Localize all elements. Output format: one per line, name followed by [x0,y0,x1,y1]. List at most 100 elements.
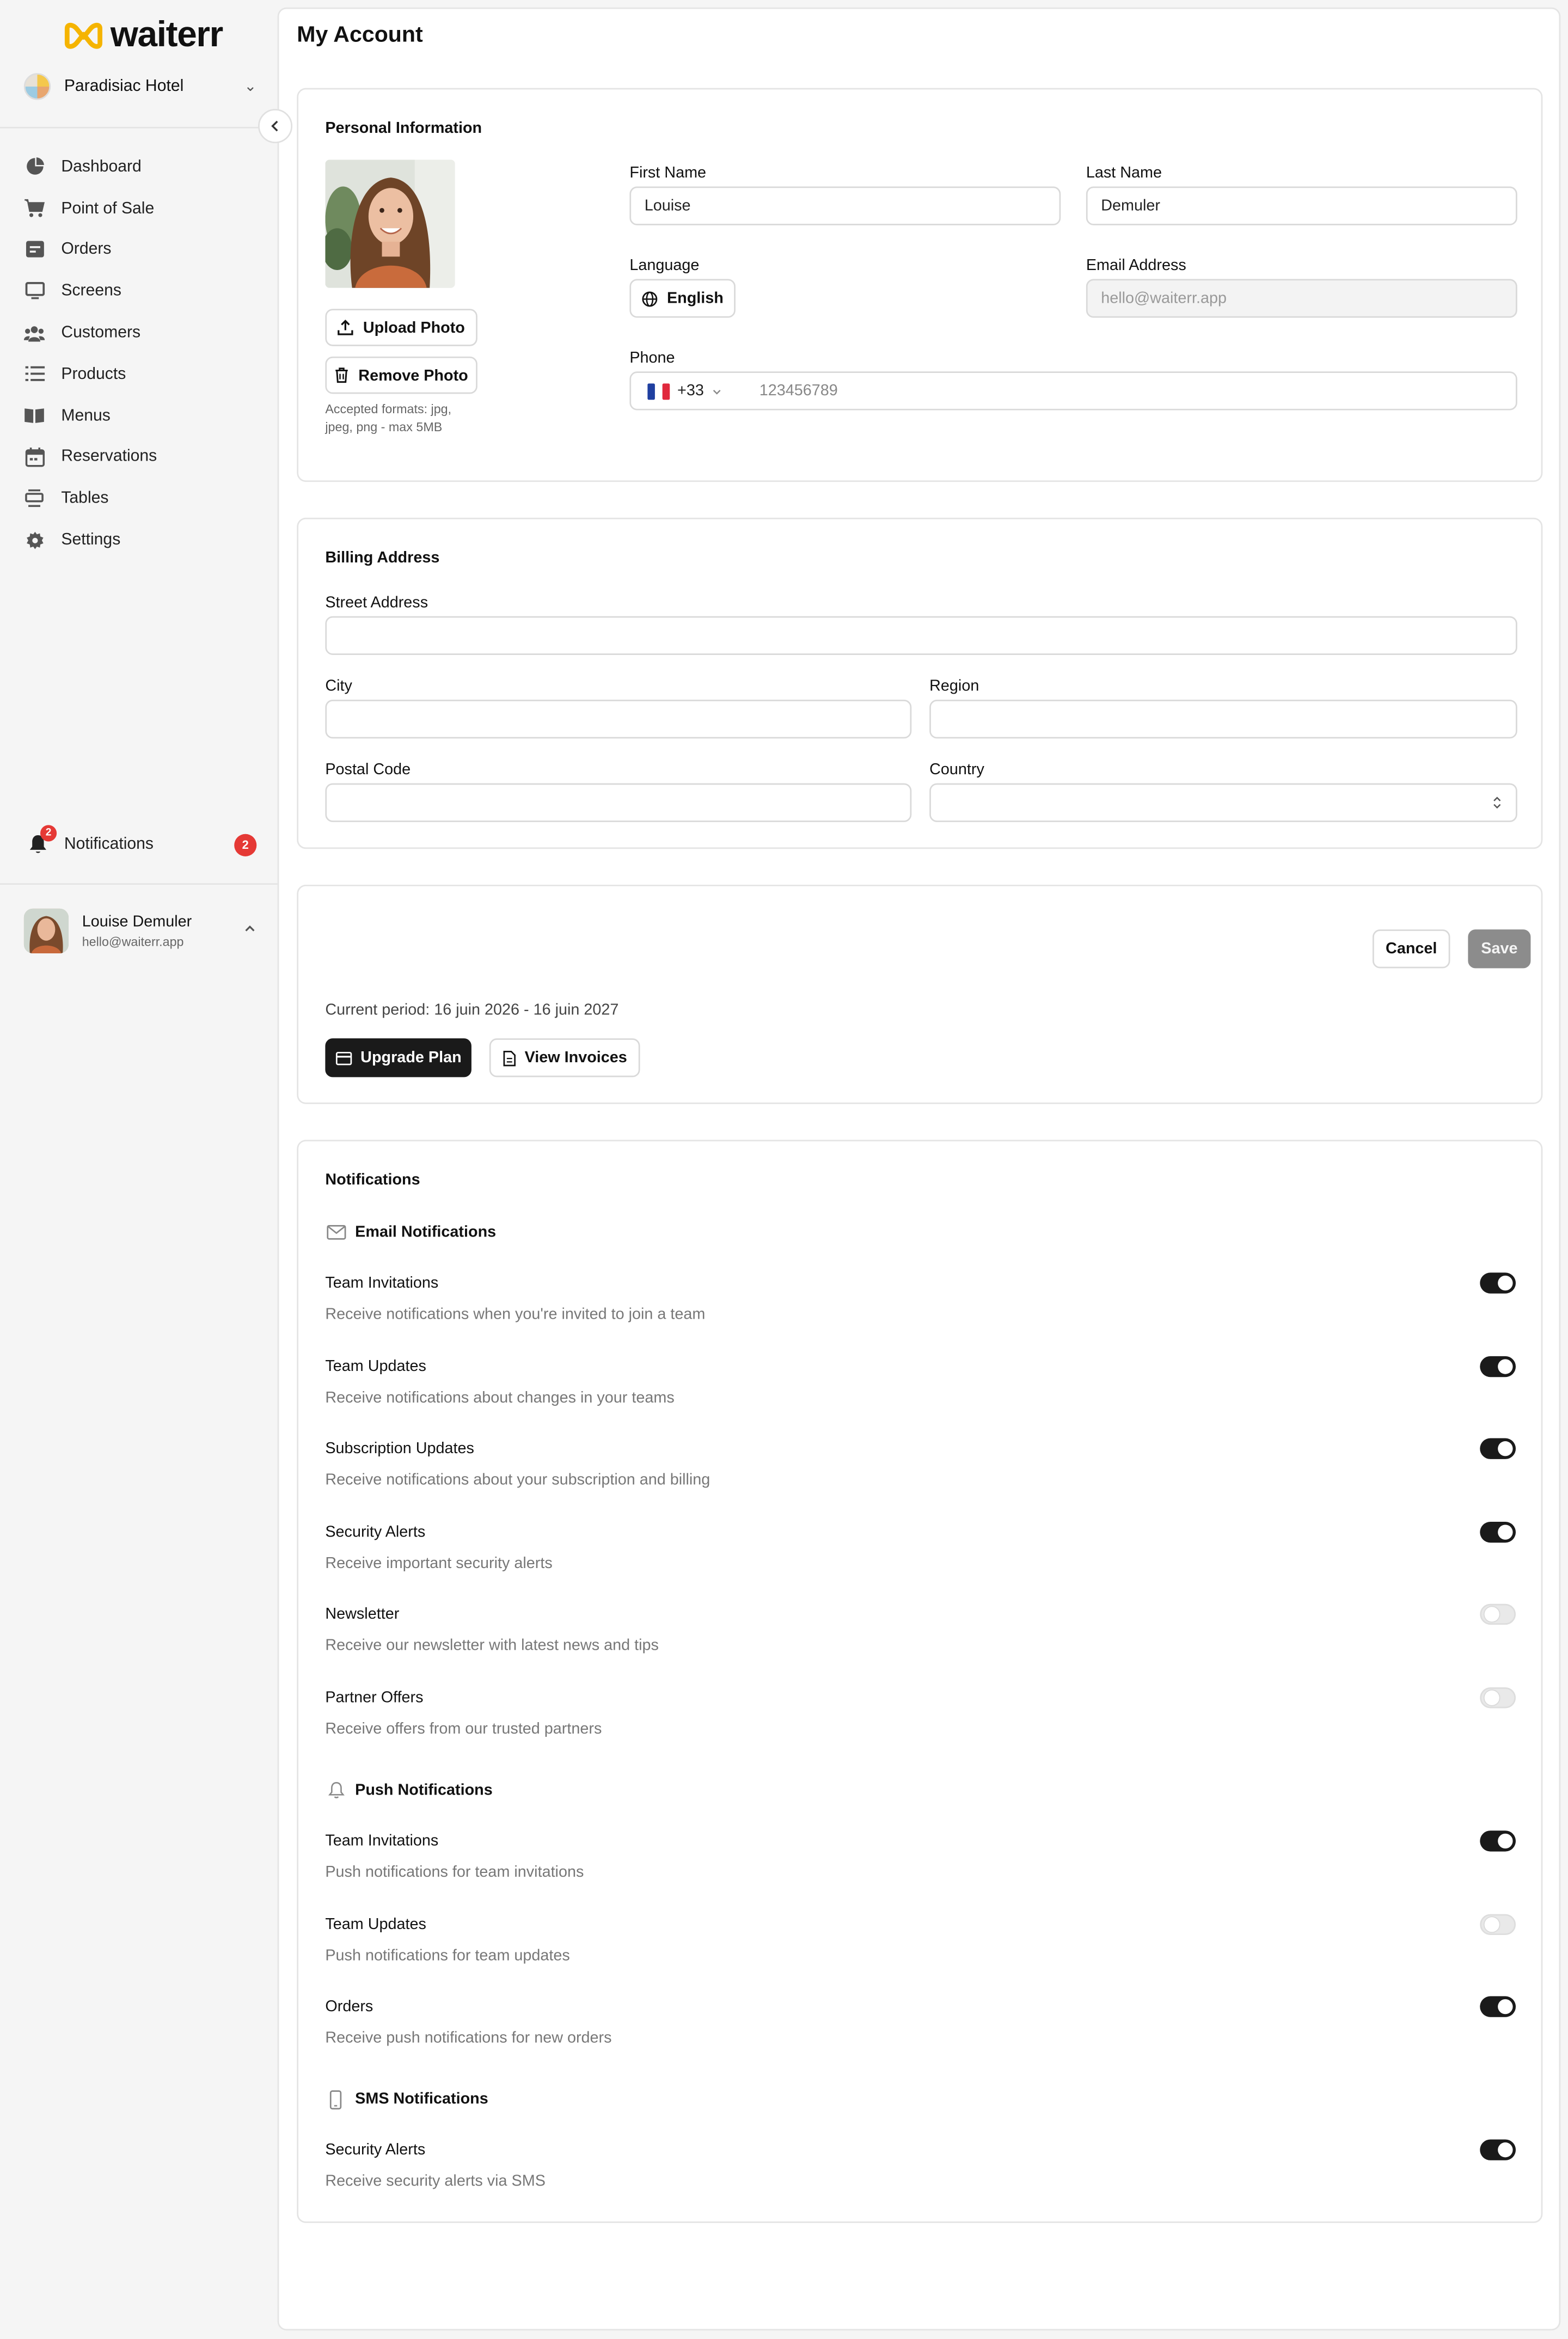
email-partner-offers-toggle[interactable] [1480,1687,1516,1709]
sms-security-alerts-toggle[interactable] [1480,2139,1516,2160]
sidebar-item-label: Reservations [61,448,157,467]
credit-card-icon [335,1051,352,1065]
notifications-label: Notifications [64,835,154,854]
setting-description: Receive important security alerts [325,1554,553,1573]
first-name-input[interactable]: Louise [629,186,1061,225]
logo-icon [64,22,102,49]
list-icon [24,364,45,384]
notifications-card: Notifications Email Notifications Team I… [297,1140,1543,2223]
orders-icon [24,240,45,260]
setting-title: Subscription Updates [325,1440,474,1458]
sidebar-item-orders[interactable]: Orders [24,229,256,271]
setting-description: Receive push notifications for new order… [325,2029,612,2047]
phone-label: Phone [629,349,675,368]
notification-dot: 2 [40,825,57,842]
chevron-updown-icon [1493,797,1501,809]
user-email: hello@waiterr.app [82,934,184,949]
users-icon [23,322,45,343]
sidebar-item-screens[interactable]: Screens [24,271,256,312]
sidebar-item-label: Orders [61,241,112,259]
cancel-button[interactable]: Cancel [1372,929,1450,969]
card-title: Billing Address [325,549,440,567]
language-select[interactable]: English [629,279,736,318]
cart-icon [24,198,45,219]
sidebar-item-label: Products [61,365,126,383]
email-input[interactable]: hello@waiterr.app [1086,279,1517,318]
sidebar-notifications[interactable]: 2 Notifications 2 [24,825,257,862]
page-title: My Account [297,22,423,48]
email-team-updates-toggle[interactable] [1480,1356,1516,1377]
last-name-input[interactable]: Demuler [1086,186,1517,225]
main-panel: My Account Personal Information Upload P… [277,7,1561,2331]
push-team-updates-toggle[interactable] [1480,1914,1516,1936]
postal-code-input[interactable] [325,783,912,822]
email-subscription-updates-toggle[interactable] [1480,1438,1516,1459]
setting-title: Security Alerts [325,1523,426,1541]
sidebar-item-menus[interactable]: Menus [24,395,256,437]
monitor-icon [24,281,45,302]
country-code-select[interactable]: +33 [631,382,759,400]
sidebar-item-label: Screens [61,282,121,301]
user-menu[interactable]: Louise Demuler hello@waiterr.app [23,907,257,955]
street-input[interactable] [325,616,1517,655]
notifications-count-badge: 2 [234,833,257,856]
city-input[interactable] [325,700,912,739]
mail-icon [325,1222,346,1242]
setting-title: Team Updates [325,1915,426,1934]
setting-description: Receive notifications when you're invite… [325,1305,706,1324]
setting-description: Receive our newsletter with latest news … [325,1636,659,1655]
profile-photo [325,160,455,288]
sidebar-item-label: Settings [61,531,121,549]
sidebar-item-tables[interactable]: Tables [24,478,256,519]
sidebar-nav: Dashboard Point of Sale Orders Screens C… [23,146,256,561]
sidebar-item-products[interactable]: Products [24,353,256,395]
divider [0,126,278,128]
venue-switcher[interactable]: Paradisiac Hotel ⌄ [23,69,256,105]
email-newsletter-toggle[interactable] [1480,1603,1516,1625]
avatar [23,908,69,953]
save-button[interactable]: Save [1468,929,1531,969]
book-icon [24,405,45,426]
push-orders-toggle[interactable] [1480,1996,1516,2017]
first-name-label: First Name [629,164,707,182]
city-label: City [325,677,352,695]
calendar-icon [24,447,45,468]
sidebar-item-settings[interactable]: Settings [24,519,256,561]
sidebar-item-dashboard[interactable]: Dashboard [24,146,256,188]
upgrade-plan-button[interactable]: Upgrade Plan [325,1038,471,1077]
last-name-label: Last Name [1086,164,1162,182]
logo[interactable]: waiterr [63,15,223,57]
collapse-sidebar-button[interactable] [258,109,293,144]
upload-photo-button[interactable]: Upload Photo [325,309,477,346]
divider [0,883,278,885]
user-name: Louise Demuler [82,913,192,931]
email-security-alerts-toggle[interactable] [1480,1522,1516,1543]
subscription-card: Cancel Save Current period: 16 juin 2026… [297,884,1543,1104]
card-title: Personal Information [325,119,482,138]
sidebar-item-customers[interactable]: Customers [23,312,256,353]
chevron-down-icon [713,389,720,394]
view-invoices-button[interactable]: View Invoices [489,1038,640,1077]
pie-chart-icon [24,156,45,177]
setting-title: Team Invitations [325,1274,439,1293]
brand-name: waiterr [110,15,223,56]
sidebar-item-point-of-sale[interactable]: Point of Sale [24,188,256,229]
personal-info-card: Personal Information Upload Photo Remove… [297,88,1543,482]
email-label: Email Address [1086,256,1186,275]
push-team-invitations-toggle[interactable] [1480,1830,1516,1852]
chevron-up-icon [243,922,257,940]
country-select[interactable] [929,783,1517,822]
france-flag-icon [647,382,670,400]
email-team-invitations-toggle[interactable] [1480,1272,1516,1294]
photo-format-hint: Accepted formats: jpg, jpeg, png - max 5… [325,401,452,434]
setting-description: Receive offers from our trusted partners [325,1720,602,1738]
venue-name: Paradisiac Hotel [64,77,184,96]
sidebar-item-label: Dashboard [61,158,142,176]
phone-input[interactable]: +33 123456789 [629,371,1517,411]
bell-icon: 2 [24,825,57,858]
language-label: Language [629,256,700,275]
setting-title: Newsletter [325,1605,400,1624]
remove-photo-button[interactable]: Remove Photo [325,356,477,394]
region-input[interactable] [929,700,1517,739]
sidebar-item-reservations[interactable]: Reservations [24,437,256,478]
